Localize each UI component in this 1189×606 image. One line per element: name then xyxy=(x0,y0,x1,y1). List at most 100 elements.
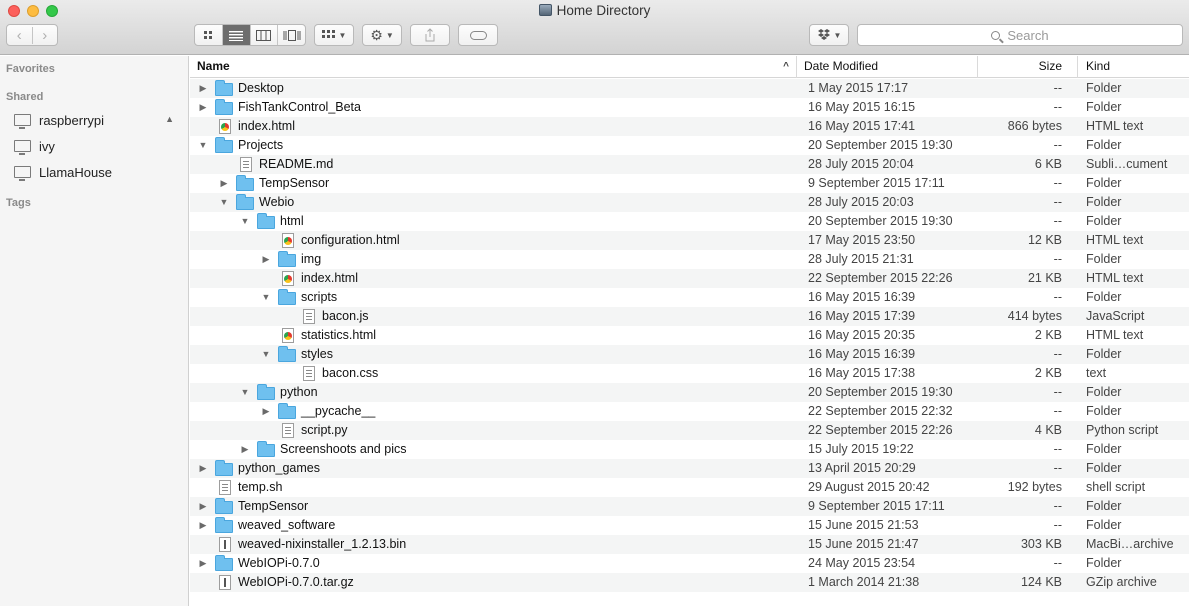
back-button[interactable]: ‹ xyxy=(7,27,32,44)
disclosure-collapsed-icon[interactable]: ▶ xyxy=(197,98,209,117)
disclosure-collapsed-icon[interactable]: ▶ xyxy=(197,516,209,535)
folder-icon xyxy=(215,460,233,476)
file-row[interactable]: index.html 16 May 2015 17:41 866 bytes HTML… xyxy=(190,117,1189,136)
file-row[interactable]: ▶ img 28 July 2015 21:31 -- Folder xyxy=(190,250,1189,269)
view-mode-group xyxy=(194,24,306,46)
html-file-icon xyxy=(219,119,231,134)
sidebar-item-label: ivy xyxy=(39,138,55,154)
file-kind: HTML text xyxy=(1086,119,1144,133)
column-header-date[interactable]: Date Modified xyxy=(796,56,977,78)
list-view-button[interactable] xyxy=(221,25,250,45)
file-date-modified: 15 June 2015 21:47 xyxy=(808,537,919,551)
file-row[interactable]: README.md 28 July 2015 20:04 6 KB Subli…cum… xyxy=(190,155,1189,174)
file-size: 2 KB xyxy=(1034,328,1062,342)
file-name: bacon.js xyxy=(322,309,369,323)
share-icon xyxy=(425,28,435,42)
file-row[interactable]: WebIOPi-0.7.0.tar.gz 1 March 2014 21:38 12… xyxy=(190,573,1189,592)
action-button[interactable]: ⚙ ▼ xyxy=(362,24,402,46)
file-date-modified: 20 September 2015 19:30 xyxy=(808,214,953,228)
file-row[interactable]: ▶ TempSensor 9 September 2015 17:11 -- Folde… xyxy=(190,174,1189,193)
file-row[interactable]: bacon.js 16 May 2015 17:39 414 bytes JavaSc… xyxy=(190,307,1189,326)
dropbox-icon xyxy=(817,29,830,40)
disclosure-collapsed-icon[interactable]: ▶ xyxy=(197,554,209,573)
folder-icon xyxy=(278,403,296,419)
file-name: Projects xyxy=(238,138,284,152)
column-header-name-label: Name xyxy=(197,59,230,73)
file-date-modified: 29 August 2015 20:42 xyxy=(808,480,930,494)
file-kind: text xyxy=(1086,366,1107,380)
file-row[interactable]: ▼ Webio 28 July 2015 20:03 -- Folder xyxy=(190,193,1189,212)
search-input[interactable]: Search xyxy=(857,24,1183,46)
disclosure-expanded-icon[interactable]: ▼ xyxy=(260,288,272,307)
column-header-kind[interactable]: Kind xyxy=(1077,56,1189,78)
file-row[interactable]: temp.sh 29 August 2015 20:42 192 bytes shel… xyxy=(190,478,1189,497)
file-row[interactable]: ▼ scripts 16 May 2015 16:39 -- Folder xyxy=(190,288,1189,307)
sidebar-item-ivy[interactable]: ivy xyxy=(14,136,184,156)
disclosure-expanded-icon[interactable]: ▼ xyxy=(260,345,272,364)
file-name: temp.sh xyxy=(238,480,283,494)
window-titlebar: Home Directory ‹ › ▼ ⚙ ▼ ▼ Search xyxy=(0,0,1189,55)
disclosure-collapsed-icon[interactable]: ▶ xyxy=(239,440,251,459)
file-row[interactable]: ▶ Screenshoots and pics 15 July 2015 19:22… xyxy=(190,440,1189,459)
network-computer-icon xyxy=(14,166,31,181)
disclosure-expanded-icon[interactable]: ▼ xyxy=(239,212,251,231)
file-row[interactable]: ▼ html 20 September 2015 19:30 -- Folder xyxy=(190,212,1189,231)
sidebar-item-raspberrypi[interactable]: raspberrypi ▲ xyxy=(14,110,184,130)
file-row[interactable]: weaved-nixinstaller_1.2.13.bin 15 June 20… xyxy=(190,535,1189,554)
file-row[interactable]: ▼ styles 16 May 2015 16:39 -- Folder xyxy=(190,345,1189,364)
icon-view-button[interactable] xyxy=(195,25,222,45)
sidebar-item-label: raspberrypi xyxy=(39,112,105,128)
file-name: python_games xyxy=(238,461,321,475)
file-row[interactable]: script.py 22 September 2015 22:26 4 KB Pyth… xyxy=(190,421,1189,440)
document-icon xyxy=(303,366,315,381)
disclosure-collapsed-icon[interactable]: ▶ xyxy=(197,497,209,516)
file-row[interactable]: statistics.html 16 May 2015 20:35 2 KB HTML… xyxy=(190,326,1189,345)
file-row[interactable]: ▶ __pycache__ 22 September 2015 22:32 -- Fol… xyxy=(190,402,1189,421)
file-row[interactable]: ▶ weaved_software 15 June 2015 21:53 -- Fold… xyxy=(190,516,1189,535)
disclosure-collapsed-icon[interactable]: ▶ xyxy=(197,459,209,478)
file-row[interactable]: ▶ FishTankControl_Beta 16 May 2015 16:15 --… xyxy=(190,98,1189,117)
file-size: -- xyxy=(1053,442,1062,456)
file-row[interactable]: ▶ Desktop 1 May 2015 17:17 -- Folder xyxy=(190,79,1189,98)
file-size: -- xyxy=(1053,81,1062,95)
file-row[interactable]: ▼ python 20 September 2015 19:30 -- Folder xyxy=(190,383,1189,402)
icon-view-icon xyxy=(203,30,212,39)
sidebar-item-llamahouse[interactable]: LlamaHouse xyxy=(14,162,184,182)
dropbox-button[interactable]: ▼ xyxy=(809,24,849,46)
column-header-name[interactable]: Name ^ xyxy=(190,56,796,78)
forward-button[interactable]: › xyxy=(31,26,58,44)
file-row[interactable]: configuration.html 17 May 2015 23:50 12 KB… xyxy=(190,231,1189,250)
sidebar: Favorites Shared raspberrypi ▲ ivy Llama… xyxy=(0,56,189,606)
disclosure-collapsed-icon[interactable]: ▶ xyxy=(260,402,272,421)
file-row[interactable]: ▶ WebIOPi-0.7.0 24 May 2015 23:54 -- Folder xyxy=(190,554,1189,573)
chevron-down-icon: ▼ xyxy=(338,30,347,40)
tag-button[interactable] xyxy=(458,24,498,46)
folder-icon xyxy=(236,175,254,191)
column-view-button[interactable] xyxy=(249,25,278,45)
file-name: index.html xyxy=(238,119,295,133)
disclosure-collapsed-icon[interactable]: ▶ xyxy=(218,174,230,193)
file-kind: Folder xyxy=(1086,138,1122,152)
file-row[interactable]: bacon.css 16 May 2015 17:38 2 KB text xyxy=(190,364,1189,383)
file-date-modified: 16 May 2015 16:39 xyxy=(808,347,916,361)
file-row[interactable]: ▼ Projects 20 September 2015 19:30 -- Folder xyxy=(190,136,1189,155)
folder-icon xyxy=(236,194,254,210)
file-row[interactable]: index.html 22 September 2015 22:26 21 KB HT… xyxy=(190,269,1189,288)
file-name: FishTankControl_Beta xyxy=(238,100,361,114)
eject-icon[interactable]: ▲ xyxy=(165,114,174,124)
share-button[interactable] xyxy=(410,24,450,46)
column-header-size[interactable]: Size xyxy=(977,56,1077,78)
disclosure-expanded-icon[interactable]: ▼ xyxy=(218,193,230,212)
disclosure-collapsed-icon[interactable]: ▶ xyxy=(260,250,272,269)
file-row[interactable]: ▶ python_games 13 April 2015 20:29 -- Folder xyxy=(190,459,1189,478)
file-date-modified: 9 September 2015 17:11 xyxy=(808,499,945,513)
disclosure-expanded-icon[interactable]: ▼ xyxy=(197,136,209,155)
chevron-down-icon: ▼ xyxy=(385,30,394,40)
disclosure-collapsed-icon[interactable]: ▶ xyxy=(197,79,209,98)
disclosure-expanded-icon[interactable]: ▼ xyxy=(239,383,251,402)
file-row[interactable]: ▶ TempSensor 9 September 2015 17:11 -- Folde… xyxy=(190,497,1189,516)
cover-flow-button[interactable] xyxy=(277,25,305,45)
column-view-icon xyxy=(256,29,272,41)
arrange-button[interactable]: ▼ xyxy=(314,24,354,46)
network-computer-icon xyxy=(14,114,31,129)
